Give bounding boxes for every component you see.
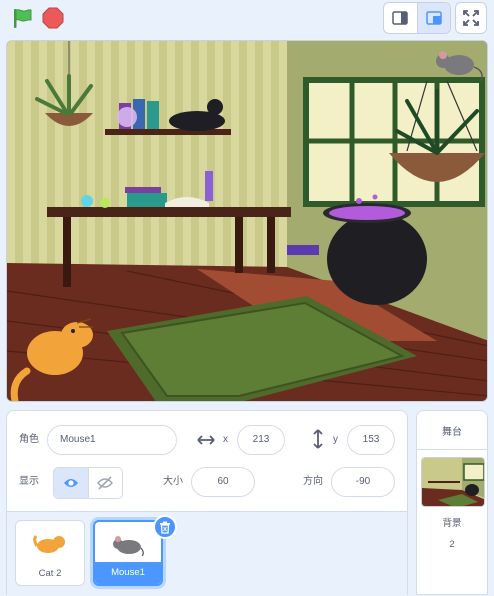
direction-label: 方向: [303, 476, 323, 487]
show-button[interactable]: [54, 468, 88, 498]
stop-icon[interactable]: [42, 7, 64, 29]
trash-icon: [160, 521, 170, 534]
stage-header: [0, 0, 494, 38]
x-label: x: [223, 434, 228, 445]
divider: [417, 449, 487, 450]
stage-selector-panel[interactable]: 舞台 背景 2: [416, 410, 488, 595]
sprite-name-row: 角色 Mouse1 x 213 y 153: [7, 423, 407, 457]
large-stage-icon: [426, 11, 442, 25]
x-arrows-icon: [197, 435, 215, 445]
stage-size-toggle: [383, 2, 451, 34]
y-arrows-icon: [313, 429, 323, 449]
eye-icon: [63, 479, 78, 487]
sprite-tile-label: Cat 2: [38, 568, 62, 579]
small-stage-button[interactable]: [384, 3, 417, 33]
backdrops-label: 背景: [442, 518, 462, 529]
sprite-info-panel: 角色 Mouse1 x 213 y 153 显示 大小 60 方向 -90 Ca…: [6, 410, 408, 596]
stage-thumbnail[interactable]: [421, 457, 485, 507]
y-input[interactable]: 153: [347, 425, 395, 455]
sprite-props-row: 显示 大小 60 方向 -90: [7, 465, 407, 499]
small-stage-icon: [392, 11, 409, 25]
fullscreen-icon: [463, 10, 479, 26]
eye-off-icon: [97, 476, 114, 490]
stage-canvas[interactable]: [6, 40, 488, 402]
sprite-label: 角色: [19, 434, 39, 445]
y-label: y: [333, 434, 338, 445]
sprite-name-input[interactable]: Mouse1: [47, 425, 177, 455]
x-input[interactable]: 213: [237, 425, 285, 455]
large-stage-button[interactable]: [416, 3, 450, 33]
size-label: 大小: [163, 476, 183, 487]
backdrop-witch-house: [7, 41, 487, 401]
show-label: 显示: [19, 476, 39, 487]
stage-panel-title: 舞台: [442, 427, 462, 438]
size-input[interactable]: 60: [191, 467, 255, 497]
cat-thumbnail-icon: [33, 535, 65, 553]
sprite-tile-label: Mouse1: [95, 562, 161, 584]
green-flag-icon[interactable]: [10, 6, 34, 30]
fullscreen-button[interactable]: [455, 2, 487, 34]
direction-input[interactable]: -90: [331, 467, 395, 497]
backdrops-count: 2: [449, 539, 455, 550]
hide-button[interactable]: [87, 468, 122, 498]
mouse-thumbnail-icon: [113, 536, 144, 557]
sprite-tile-cat-2[interactable]: Cat 2: [15, 520, 85, 586]
sprite-list: Cat 2 Mouse1: [7, 511, 407, 596]
backdrop-thumbnail: [422, 458, 484, 506]
visibility-toggle: [53, 467, 123, 499]
delete-sprite-button[interactable]: [153, 515, 177, 539]
